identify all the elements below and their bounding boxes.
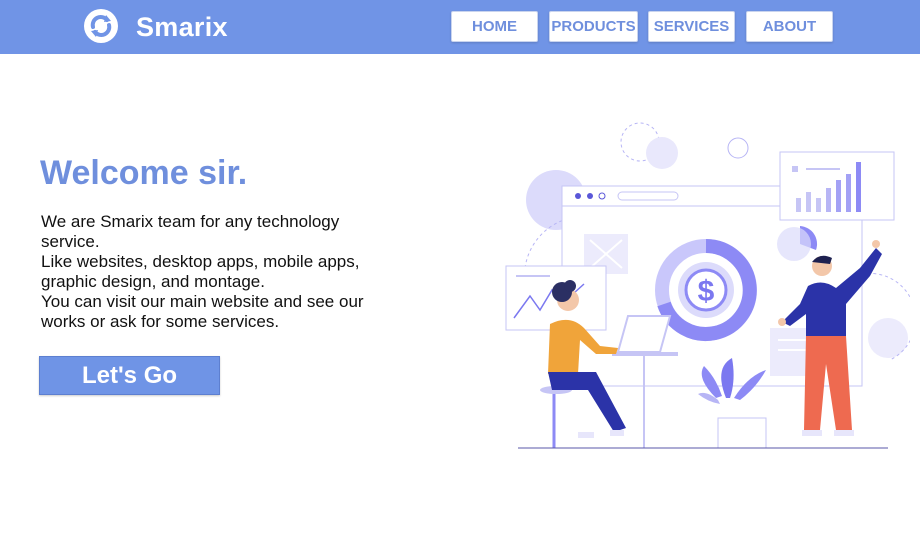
light-circle-decoration (646, 137, 678, 169)
dollar-icon: $ (698, 275, 715, 308)
hero-line-3: You can visit our main website and see o… (41, 292, 364, 331)
bar-2 (806, 192, 811, 212)
hero-line-2: Like websites, desktop apps, mobile apps… (41, 252, 360, 291)
hero-line-1: We are Smarix team for any technology se… (41, 212, 340, 251)
hero-description: We are Smarix team for any technology se… (41, 212, 391, 332)
nav-home-button[interactable]: HOME (451, 11, 538, 42)
bar-5 (836, 180, 841, 212)
small-outline-circle-decoration (727, 137, 749, 159)
bar-7 (856, 162, 861, 212)
bar-3 (816, 198, 821, 212)
hero-title: Welcome sir. (40, 154, 248, 192)
browser-dot-2 (587, 193, 593, 199)
bar-6 (846, 174, 851, 212)
brand-name[interactable]: Smarix (136, 12, 228, 43)
business-team-illustration: $ (505, 122, 910, 449)
lets-go-button[interactable]: Let's Go (39, 356, 220, 395)
navbar: Smarix HOME PRODUCTS SERVICES ABOUT (0, 0, 920, 54)
browser-dot-1 (575, 193, 581, 199)
bar-4 (826, 188, 831, 212)
nav-products-button[interactable]: PRODUCTS (549, 11, 638, 42)
bar-1 (796, 198, 801, 212)
nav-services-button[interactable]: SERVICES (648, 11, 735, 42)
refresh-cycle-icon[interactable] (83, 8, 119, 44)
laptop (616, 315, 672, 353)
nav-about-button[interactable]: ABOUT (746, 11, 833, 42)
